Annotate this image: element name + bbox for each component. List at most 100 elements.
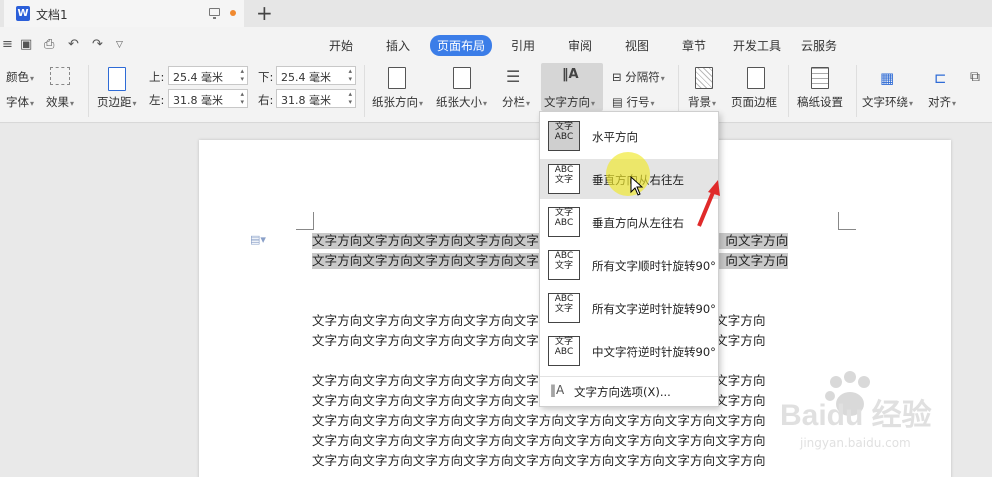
menu-item-rotate-ccw[interactable]: ABC 文字 所有文字逆时针旋转90° [540, 288, 718, 328]
red-arrow-annotation [697, 180, 720, 227]
menu-review[interactable]: 审阅 [568, 37, 592, 54]
menu-start[interactable]: 开始 [329, 37, 353, 54]
document-tab[interactable]: W 文档1 [4, 0, 244, 27]
spinner-icon[interactable]: ▴ ▾ [348, 90, 352, 106]
right-margin-field[interactable]: 31.8 毫米 ▴ ▾ [276, 89, 356, 108]
break-icon: ⊟ [612, 70, 626, 84]
text-line[interactable]: 文字方向文字方向文字方向文字方向文字方向文字方向文字方向文字方向文字方向 [312, 453, 766, 469]
text-wrap-button[interactable]: 文字环绕▾ [862, 94, 913, 110]
line-number-label: 行号 [626, 95, 650, 109]
background-label: 背景 [688, 95, 711, 109]
unsaved-indicator [230, 10, 236, 16]
menu-view[interactable]: 视图 [625, 37, 649, 54]
break-button[interactable]: ⊟ 分隔符▾ [612, 69, 665, 85]
grid-paper-icon[interactable] [811, 67, 829, 89]
columns-icon[interactable]: ☰ [506, 67, 528, 91]
separator [856, 65, 857, 117]
text-line[interactable]: 文字方向文字方向文字方向文字方向文字方向文字方向文字方向文字方向文字方向 [312, 413, 766, 429]
separator [678, 65, 679, 117]
group-icon[interactable]: ⧉ [970, 69, 992, 93]
color-button[interactable]: 颜色▾ [6, 69, 34, 85]
separator [788, 65, 789, 117]
menu-item-vertical-ltr[interactable]: 文字 ABC 垂直方向从左往右 [540, 202, 718, 242]
margin-icon[interactable] [108, 67, 126, 91]
separator [88, 65, 89, 117]
margin-corner-mark [296, 212, 314, 230]
background-button[interactable]: 背景▾ [688, 94, 716, 110]
background-icon[interactable] [695, 67, 713, 89]
horizontal-text-icon: 文字 ABC [548, 121, 580, 151]
right-margin-label: 右: [258, 93, 274, 107]
menu-cloud[interactable]: 云服务 [801, 37, 837, 54]
watermark-url: jingyan.baidu.com [800, 436, 911, 450]
bottom-margin-label: 下: [258, 70, 274, 84]
paper-size-button[interactable]: 纸张大小▾ [436, 94, 487, 110]
redo-icon[interactable]: ↷ [92, 37, 103, 52]
color-label: 颜色 [6, 70, 29, 84]
print-icon[interactable]: ⎙ [44, 37, 54, 52]
right-margin-value: 31.8 毫米 [281, 94, 331, 107]
break-label: 分隔符 [625, 70, 660, 84]
watermark-brand: Baidu 经验 [780, 399, 932, 432]
columns-label: 分栏 [502, 95, 525, 109]
margin-label: 页边距 [97, 95, 132, 109]
title-bar: W 文档1 + [0, 0, 992, 27]
text-direction-label: 文字方向 [544, 95, 590, 109]
text-direction-options-icon: ‖A [550, 383, 565, 397]
save-icon[interactable]: ▣ [20, 37, 32, 52]
ribbon: 颜色▾ 字体▾ 效果▾ 页边距▾ 上: 25.4 毫米 ▴ ▾ 左: 31.8 毫米… [0, 61, 992, 123]
writer-icon: W [16, 6, 30, 21]
text-wrap-icon[interactable]: ▦ [880, 69, 902, 93]
text-direction-options[interactable]: ‖A 文字方向选项(X)... [540, 376, 718, 404]
rotate-counterclockwise-icon: ABC 文字 [548, 293, 580, 323]
paper-size-icon[interactable] [453, 67, 471, 89]
text-direction-icon: ‖A [562, 67, 579, 82]
spinner-icon[interactable]: ▴ ▾ [240, 90, 244, 106]
monitor-icon[interactable] [209, 8, 220, 19]
line-number-button[interactable]: ▤ 行号▾ [612, 94, 655, 110]
orientation-icon[interactable] [388, 67, 406, 89]
undo-icon[interactable]: ↶ [68, 37, 79, 52]
menu-section[interactable]: 章节 [682, 37, 706, 54]
margin-button[interactable]: 页边距▾ [97, 94, 137, 110]
spinner-icon[interactable]: ▴ ▾ [240, 67, 244, 83]
left-margin-value: 31.8 毫米 [173, 94, 223, 107]
font-button[interactable]: 字体▾ [6, 94, 34, 110]
menu-item-label: 水平方向 [592, 130, 638, 144]
left-margin-field[interactable]: 31.8 毫米 ▴ ▾ [168, 89, 248, 108]
menu-toggle-icon[interactable]: ≡ [2, 37, 13, 52]
menu-item-label: 所有文字顺时针旋转90° [592, 259, 716, 273]
page-border-icon[interactable] [747, 67, 765, 89]
page-border-button[interactable]: 页面边框 [731, 94, 777, 110]
line-text-left: 文字方向文字方向文字方向文字方向文字方 [312, 233, 552, 248]
line-text-right: 向文字方向 [725, 253, 789, 268]
text-direction-options-label: 文字方向选项(X)... [574, 385, 671, 399]
align-button[interactable]: 对齐▾ [928, 94, 956, 110]
orientation-button[interactable]: 纸张方向▾ [372, 94, 423, 110]
mouse-cursor-icon [630, 176, 644, 196]
effect-button[interactable]: 效果▾ [46, 94, 74, 110]
grid-paper-button[interactable]: 稿纸设置 [797, 94, 843, 110]
align-icon[interactable]: ⊏ [934, 69, 956, 93]
separator [364, 65, 365, 117]
bottom-margin-field[interactable]: 25.4 毫米 ▴ ▾ [276, 66, 356, 85]
menu-page-layout[interactable]: 页面布局 [430, 35, 493, 56]
text-line[interactable]: 文字方向文字方向文字方向文字方向文字方向文字方向文字方向文字方向文字方向 [312, 433, 766, 449]
menu-item-horizontal[interactable]: 文字 ABC 水平方向 [540, 116, 718, 156]
menu-references[interactable]: 引用 [511, 37, 535, 54]
effect-icon[interactable] [50, 67, 70, 85]
paper-size-label: 纸张大小 [436, 95, 482, 109]
menu-insert[interactable]: 插入 [386, 37, 410, 54]
menu-developer[interactable]: 开发工具 [733, 37, 781, 54]
spinner-icon[interactable]: ▴ ▾ [348, 67, 352, 83]
paragraph-layout-icon[interactable]: ▤▾ [250, 233, 266, 246]
baidu-watermark: Baidu 经验 jingyan.baidu.com [760, 368, 990, 468]
customize-dropdown-icon[interactable]: ▽ [116, 40, 123, 50]
new-tab-button[interactable]: + [256, 2, 273, 24]
text-direction-button[interactable]: 文字方向▾ [544, 94, 595, 110]
menu-item-rotate-cw[interactable]: ABC 文字 所有文字顺时针旋转90° [540, 245, 718, 285]
top-margin-field[interactable]: 25.4 毫米 ▴ ▾ [168, 66, 248, 85]
columns-button[interactable]: 分栏▾ [502, 94, 530, 110]
menu-item-cjk-rotate-ccw[interactable]: 文字 ABC 中文字符逆时针旋转90° [540, 331, 718, 371]
menu-item-label: 中文字符逆时针旋转90° [592, 345, 716, 359]
